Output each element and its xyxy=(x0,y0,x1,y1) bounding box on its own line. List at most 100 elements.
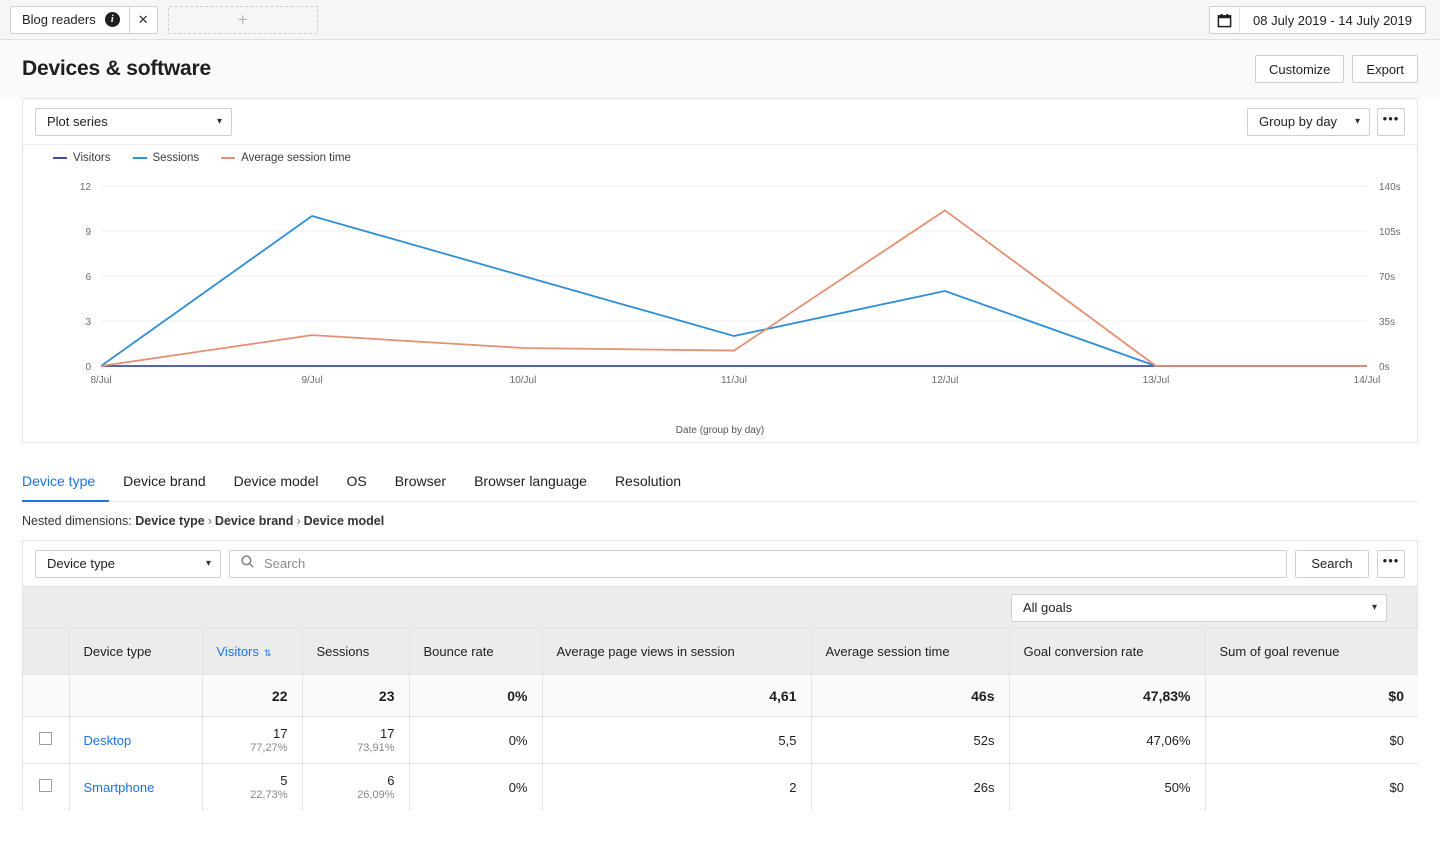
totals-cell-avg-session-time: 46s xyxy=(811,674,1010,717)
new-tab-button[interactable]: + xyxy=(167,5,318,34)
column-header-average-page-views-in-session[interactable]: Average page views in session xyxy=(542,628,812,675)
nested-dimensions: Nested dimensions: Device type › Device br… xyxy=(22,514,1418,528)
chart-toolbar-right: Group by day ▾ ••• xyxy=(1247,107,1405,136)
metrics-table: Device type Visitors ⇅ Sessions Bounce rate A… xyxy=(23,628,1418,811)
row-cell-goal-revenue: $0 xyxy=(1205,763,1418,811)
row-cell-bounce-rate: 0% xyxy=(409,763,543,811)
y-right-tick-label: 140s xyxy=(1379,182,1401,193)
line-chart-svg: 0 3 6 9 12 0s 35s 70s 105s 140s 8/Jul 9/Jul 10/Jul 11… xyxy=(80,182,1401,386)
column-header-label: Sessions xyxy=(316,644,370,659)
y-right-tick-label: 105s xyxy=(1379,227,1401,238)
legend-item-average-session-time[interactable]: Average session time xyxy=(221,152,351,164)
column-header-label: Visitors xyxy=(216,644,259,659)
x-tick-label: 14/Jul xyxy=(1354,375,1381,386)
column-header-visitors[interactable]: Visitors ⇅ xyxy=(202,628,303,675)
x-tick-label: 11/Jul xyxy=(721,375,747,386)
metric-value: 17 xyxy=(380,725,395,741)
table-body: 22 23 0% 4,61 46s 47,83% $0 Desktop 17 77,27% 17 73… xyxy=(23,674,1418,811)
chevron-down-icon: ▾ xyxy=(1371,602,1377,613)
document-tab-label: Blog readers xyxy=(22,12,96,27)
metric-percent: 73,91% xyxy=(357,741,395,754)
chevron-right-icon: › xyxy=(296,514,301,528)
table-row[interactable]: Smartphone 5 22,73% 6 26,09% 0% 2 26s 50% $0 xyxy=(23,763,1418,811)
column-header-device-type[interactable]: Device type xyxy=(69,628,203,675)
row-cell-avg-page-views: 2 xyxy=(542,763,812,811)
metric-value: 17 xyxy=(273,725,288,741)
column-header-goal-conversion-rate[interactable]: Goal conversion rate xyxy=(1009,628,1206,675)
tab-device-brand[interactable]: Device brand xyxy=(109,467,220,502)
tab-os[interactable]: OS xyxy=(332,467,380,502)
legend-swatch-icon xyxy=(132,156,147,159)
group-by-select[interactable]: Group by day ▾ xyxy=(1247,107,1370,136)
nested-dimension-item[interactable]: Device brand xyxy=(215,514,294,528)
legend-item-sessions[interactable]: Sessions xyxy=(132,151,200,164)
y-left-tick-label: 9 xyxy=(85,227,91,238)
page-title: Devices & software xyxy=(22,57,211,80)
search-button[interactable]: Search xyxy=(1295,549,1369,578)
tab-device-model[interactable]: Device model xyxy=(220,467,333,502)
legend-label: Average session time xyxy=(241,151,351,164)
page-header: Devices & software Customize Export xyxy=(0,40,1440,98)
totals-cell-avg-page-views: 4,61 xyxy=(542,674,812,717)
info-icon[interactable]: i xyxy=(104,12,120,27)
legend-item-visitors[interactable]: Visitors xyxy=(53,152,111,164)
chevron-down-icon: ▾ xyxy=(205,558,211,569)
plot-series-select[interactable]: Plot series ▾ xyxy=(35,107,232,136)
row-dimension-cell: Smartphone xyxy=(69,763,203,811)
table-totals-row: 22 23 0% 4,61 46s 47,83% $0 xyxy=(23,674,1418,717)
goal-select[interactable]: All goals ▾ xyxy=(1011,593,1387,622)
y-left-tick-label: 12 xyxy=(80,182,92,193)
kebab-icon: ••• xyxy=(1382,552,1400,568)
document-tab-blog-readers[interactable]: Blog readers i ✕ xyxy=(10,5,158,34)
column-header-bounce-rate[interactable]: Bounce rate xyxy=(409,628,543,675)
y-left-tick-label: 0 xyxy=(85,362,91,373)
row-cell-avg-session-time: 26s xyxy=(811,763,1010,811)
table-more-options-button[interactable]: ••• xyxy=(1377,549,1405,578)
legend-label: Visitors xyxy=(73,151,111,164)
kebab-icon: ••• xyxy=(1382,110,1400,126)
row-checkbox[interactable] xyxy=(39,732,53,745)
row-cell-bounce-rate: 0% xyxy=(409,716,543,764)
row-cell-goal-conversion-rate: 47,06% xyxy=(1009,716,1206,764)
table-card: Device type ▾ Search Search ••• All goal… xyxy=(22,540,1418,811)
chart-more-options-button[interactable]: ••• xyxy=(1377,107,1405,136)
sort-arrows-icon[interactable]: ⇅ xyxy=(264,648,271,658)
column-header-sum-of-goal-revenue[interactable]: Sum of goal revenue xyxy=(1205,628,1418,675)
legend-swatch-icon xyxy=(53,156,67,159)
browser-tabbar: Blog readers i ✕ + 08 July 2019 - 14 Jul… xyxy=(0,0,1440,40)
nested-dimension-item[interactable]: Device model xyxy=(304,514,385,528)
search-input[interactable]: Search xyxy=(229,549,1287,578)
group-by-value: Group by day xyxy=(1259,114,1338,129)
date-range-picker[interactable]: 08 July 2019 - 14 July 2019 xyxy=(1209,6,1426,34)
legend-swatch-icon xyxy=(221,156,236,159)
nested-prefix: Nested dimensions: xyxy=(22,514,132,528)
tab-resolution[interactable]: Resolution xyxy=(601,467,695,502)
dimension-tabs: Device type Device brand Device model OS Bro… xyxy=(22,467,1418,502)
row-cell-goal-conversion-rate: 50% xyxy=(1009,763,1206,811)
y-left-tick-label: 6 xyxy=(85,272,91,283)
date-range-value: 08 July 2019 - 14 July 2019 xyxy=(1253,12,1412,28)
nested-dimension-item[interactable]: Device type xyxy=(135,514,204,528)
dimension-select[interactable]: Device type ▾ xyxy=(35,549,221,578)
customize-button[interactable]: Customize xyxy=(1255,55,1345,83)
tab-device-type[interactable]: Device type xyxy=(22,467,110,502)
row-cell-avg-page-views: 5,5 xyxy=(542,716,812,764)
totals-cell-goal-conversion-rate: 47,83% xyxy=(1009,674,1206,717)
dimension-link[interactable]: Desktop xyxy=(84,733,132,748)
series-line-average-session-time xyxy=(100,209,1367,367)
tab-browser-language[interactable]: Browser language xyxy=(460,467,601,502)
tab-browser[interactable]: Browser xyxy=(381,467,460,502)
calendar-icon[interactable] xyxy=(1210,7,1240,33)
export-button[interactable]: Export xyxy=(1352,55,1418,83)
table-row[interactable]: Desktop 17 77,27% 17 73,91% 0% 5,5 52s 47,06% $0 xyxy=(23,716,1418,764)
row-checkbox[interactable] xyxy=(39,779,53,793)
row-cell-visitors: 17 77,27% xyxy=(202,716,303,764)
metric-value: 6 xyxy=(387,772,395,788)
column-header-sessions[interactable]: Sessions xyxy=(302,628,410,675)
dimension-link[interactable]: Smartphone xyxy=(84,780,155,795)
plus-icon: + xyxy=(237,9,248,29)
close-icon[interactable]: ✕ xyxy=(128,6,157,33)
column-header-label: Device type xyxy=(83,644,152,659)
column-header-average-session-time[interactable]: Average session time xyxy=(811,628,1010,675)
legend-label: Sessions xyxy=(152,151,200,164)
